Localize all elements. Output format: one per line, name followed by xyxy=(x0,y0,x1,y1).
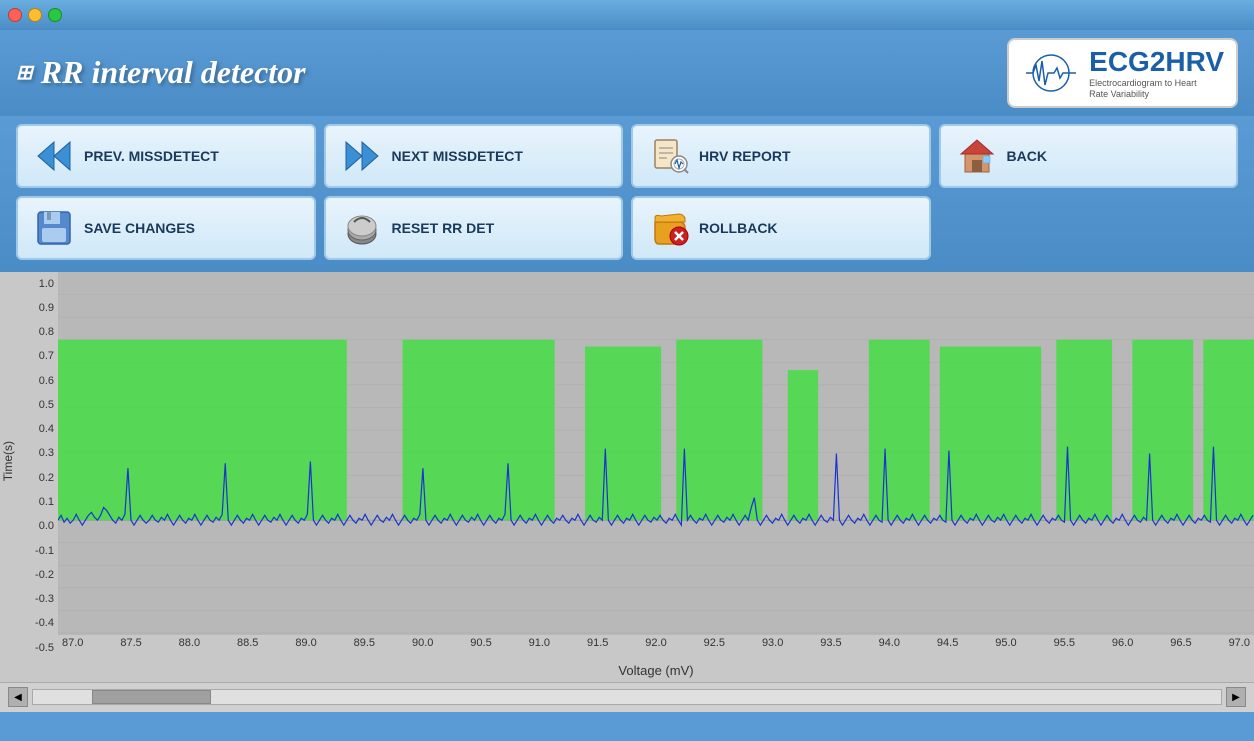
hrv-report-button[interactable]: HRV REPORT xyxy=(631,124,931,188)
hrv-report-label: HRV REPORT xyxy=(699,148,791,164)
scroll-track[interactable] xyxy=(32,689,1222,705)
rollback-icon xyxy=(649,208,689,248)
maximize-button[interactable] xyxy=(48,8,62,22)
logo-text-container: ECG2HRV Electrocardiogram to Heart Rate … xyxy=(1089,46,1224,100)
logo-subtext: Electrocardiogram to Heart Rate Variabil… xyxy=(1089,78,1209,100)
back-button[interactable]: BACK xyxy=(939,124,1239,188)
rollback-label: ROLLBACK xyxy=(699,220,778,236)
reset-rr-det-icon xyxy=(342,208,382,248)
prev-missdetect-button[interactable]: PREV. MISSDETECT xyxy=(16,124,316,188)
chart-svg xyxy=(58,272,1254,635)
minimize-button[interactable] xyxy=(28,8,42,22)
chart-container: Time(s) 1.0 0.9 0.8 0.7 0.6 0.5 0.4 0.3 … xyxy=(0,272,1254,682)
ecg-logo-graphic xyxy=(1021,53,1081,93)
prev-missdetect-icon xyxy=(34,136,74,176)
next-missdetect-button[interactable]: NEXT MISSDETECT xyxy=(324,124,624,188)
save-changes-icon xyxy=(34,208,74,248)
save-changes-button[interactable]: SAVE CHANGES xyxy=(16,196,316,260)
x-axis-ticks: 87.0 87.5 88.0 88.5 89.0 89.5 90.0 90.5 … xyxy=(58,635,1254,663)
back-icon xyxy=(957,136,997,176)
scroll-left-button[interactable]: ◀ xyxy=(8,687,28,707)
next-missdetect-icon xyxy=(342,136,382,176)
toolbar-empty-cell xyxy=(939,196,1239,260)
scrollbar[interactable]: ◀ ▶ xyxy=(0,682,1254,712)
y-axis-label: Time(s) xyxy=(1,441,15,481)
next-missdetect-label: NEXT MISSDETECT xyxy=(392,148,523,164)
app-title: RR interval detector xyxy=(41,54,306,91)
reset-rr-det-button[interactable]: RESET RR DET xyxy=(324,196,624,260)
toolbar: PREV. MISSDETECT NEXT MISSDETECT HRV REP… xyxy=(0,116,1254,272)
reset-rr-det-label: RESET RR DET xyxy=(392,220,495,236)
hrv-report-icon xyxy=(649,136,689,176)
rollback-button[interactable]: ROLLBACK xyxy=(631,196,931,260)
x-axis-label: Voltage (mV) xyxy=(58,663,1254,682)
scroll-right-button[interactable]: ▶ xyxy=(1226,687,1246,707)
scroll-thumb[interactable] xyxy=(92,690,211,704)
app-title-container: ⊞ RR interval detector xyxy=(16,54,306,91)
title-bar xyxy=(0,0,1254,30)
close-button[interactable] xyxy=(8,8,22,22)
logo-box: ECG2HRV Electrocardiogram to Heart Rate … xyxy=(1007,38,1238,108)
save-changes-label: SAVE CHANGES xyxy=(84,220,195,236)
app-icon: ⊞ xyxy=(16,60,33,85)
y-axis-ticks: 1.0 0.9 0.8 0.7 0.6 0.5 0.4 0.3 0.2 0.1 … xyxy=(16,272,58,682)
back-label: BACK xyxy=(1007,148,1047,164)
chart-area: 87.0 87.5 88.0 88.5 89.0 89.5 90.0 90.5 … xyxy=(58,272,1254,682)
header: ⊞ RR interval detector ECG2HRV Electroca… xyxy=(0,30,1254,116)
logo-text: ECG2HRV xyxy=(1089,46,1224,77)
prev-missdetect-label: PREV. MISSDETECT xyxy=(84,148,219,164)
